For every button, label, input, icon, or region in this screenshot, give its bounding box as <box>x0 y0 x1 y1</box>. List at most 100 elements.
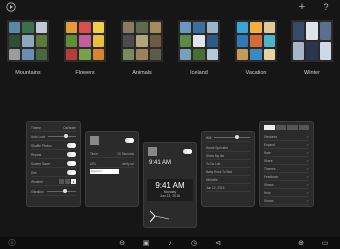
play-circle-icon[interactable] <box>6 2 16 12</box>
back-icon[interactable]: ⊖ <box>118 239 126 247</box>
album-flowers[interactable]: Flowers <box>63 20 107 76</box>
album-thumbnail <box>136 48 148 60</box>
url-row[interactable]: URL verify url <box>90 160 134 168</box>
timer-row[interactable]: Timer 10 Seconds <box>90 150 134 158</box>
photos-icon[interactable]: ▣ <box>142 239 150 247</box>
music-icon[interactable]: ♪ <box>166 239 174 247</box>
menu-item[interactable]: Themes ✓ <box>264 165 309 173</box>
menu-item[interactable]: Share ✓ <box>264 157 309 165</box>
album-thumbnail <box>206 48 218 60</box>
menu-item[interactable]: Expand ✓ <box>264 141 309 149</box>
album-thumbnail <box>123 48 135 60</box>
large-clock-date: Jun 12, 2016 <box>159 194 181 198</box>
setting-row: Screen Saver <box>31 160 76 168</box>
album-thumbnail <box>35 48 47 60</box>
list-item[interactable]: Jun 12, 2016 <box>206 184 250 192</box>
check-icon: ✓ <box>306 166 309 171</box>
album-vacation[interactable]: Vacation <box>234 20 278 76</box>
album-thumbnail <box>293 22 305 40</box>
list-item[interactable]: Home Sprinkler <box>206 144 250 152</box>
menu-item-label: Shows <box>264 182 274 187</box>
album-thumbnail <box>92 22 104 34</box>
album-thumbnail <box>250 35 262 47</box>
clock-toggle[interactable] <box>183 149 192 154</box>
album-thumbnail <box>92 48 104 60</box>
list-item-label: Michelle <box>206 177 218 182</box>
photo-toggle[interactable] <box>125 138 134 143</box>
list-item[interactable]: Baby Rock To Bed <box>206 168 250 176</box>
album-thumbnail <box>293 42 305 60</box>
menu-item[interactable]: Feedback ✓ <box>264 173 309 181</box>
album-mountains[interactable]: Mountains <box>6 20 50 76</box>
album-thumbnail <box>66 48 78 60</box>
list-item-label: To Do List <box>206 161 221 166</box>
menu-item-label: Themes <box>264 166 276 171</box>
album-thumbnail <box>149 35 161 47</box>
album-iceland[interactable]: Iceland <box>177 20 221 76</box>
rewind-icon[interactable]: ⊲ <box>214 239 222 247</box>
album-thumbnail <box>22 48 34 60</box>
album-thumbnail <box>35 35 47 47</box>
auto-lock-slider[interactable] <box>48 134 76 138</box>
menu-item-label: Rate <box>264 150 271 155</box>
setting-label: Auto Lock <box>31 134 46 139</box>
check-icon: ✓ <box>306 150 309 155</box>
album-thumbnail <box>180 22 192 34</box>
large-clock-card: 9:41 AM Monday Jun 12, 2016 <box>147 179 193 201</box>
check-icon: ✓ <box>306 174 309 179</box>
url-input[interactable]: www.url <box>90 169 119 174</box>
tab-calibrate[interactable]: Calibrate <box>63 126 76 130</box>
album-thumbnail-grid <box>64 20 106 62</box>
album-thumbnail <box>123 35 135 47</box>
repeat-toggle[interactable] <box>67 152 76 157</box>
menu-item[interactable]: Gestures ✓ <box>264 133 309 141</box>
photo-settings-panel: Timer 10 Seconds URL verify url www.url <box>85 131 139 207</box>
list-item[interactable]: Michelle <box>206 176 250 184</box>
album-thumbnail <box>66 22 78 34</box>
album-thumbnail <box>9 35 21 47</box>
album-thumbnail <box>180 48 192 60</box>
album-thumbnail-grid <box>291 20 333 62</box>
album-winter[interactable]: Winter <box>290 20 334 76</box>
clock-panel: 9:41 AM 9:41 AM Monday Jun 12, 2016 <box>143 142 197 228</box>
shuffle-toggle[interactable] <box>67 143 76 148</box>
menu-item[interactable]: Shows ✓ <box>264 181 309 189</box>
add-button[interactable]: + <box>297 1 307 13</box>
list-item[interactable]: To Do List <box>206 160 250 168</box>
dim-toggle[interactable] <box>67 170 76 175</box>
album-thumbnail <box>180 35 192 47</box>
menu-segment[interactable] <box>264 125 309 130</box>
help-button[interactable]: ? <box>321 2 331 12</box>
album-thumbnail-grid <box>121 20 163 62</box>
album-thumbnail <box>22 22 34 34</box>
album-thumbnail <box>263 22 275 34</box>
setting-label: Weather <box>31 179 43 184</box>
weather-segment[interactable]: 1 <box>59 179 76 184</box>
screen-saver-toggle[interactable] <box>67 161 76 166</box>
small-clock-time: 9:41 AM <box>149 160 172 166</box>
forward-icon[interactable]: ⊕ <box>297 239 305 247</box>
setting-row: Dim <box>31 169 76 177</box>
vibration-slider[interactable] <box>46 189 76 193</box>
window-icon[interactable]: ▭ <box>321 239 329 247</box>
tab-theme[interactable]: Theme <box>31 126 41 130</box>
album-thumbnail <box>193 48 205 60</box>
menu-item-label: Expand <box>264 142 275 147</box>
menu-item[interactable]: Shows ✓ <box>264 197 309 205</box>
timer-icon[interactable]: ◷ <box>190 239 198 247</box>
setting-label: Screen Saver <box>31 161 51 166</box>
album-label: Winter <box>304 70 320 76</box>
menu-item[interactable]: Help ✓ <box>264 189 309 197</box>
check-icon: ✓ <box>306 198 309 203</box>
info-icon[interactable]: ⓘ <box>8 239 16 247</box>
album-thumbnail <box>263 48 275 60</box>
list-slider[interactable] <box>214 135 250 139</box>
album-thumbnail <box>149 22 161 34</box>
menu-item-label: Help <box>264 190 271 195</box>
setting-label: Shuffle Photos <box>31 143 52 148</box>
list-item[interactable]: Show My list <box>206 152 250 160</box>
album-animals[interactable]: Animals <box>120 20 164 76</box>
menu-item[interactable]: Rate ✓ <box>264 149 309 157</box>
timer-label: Timer <box>90 151 99 156</box>
setting-label: Repeat <box>31 152 42 157</box>
